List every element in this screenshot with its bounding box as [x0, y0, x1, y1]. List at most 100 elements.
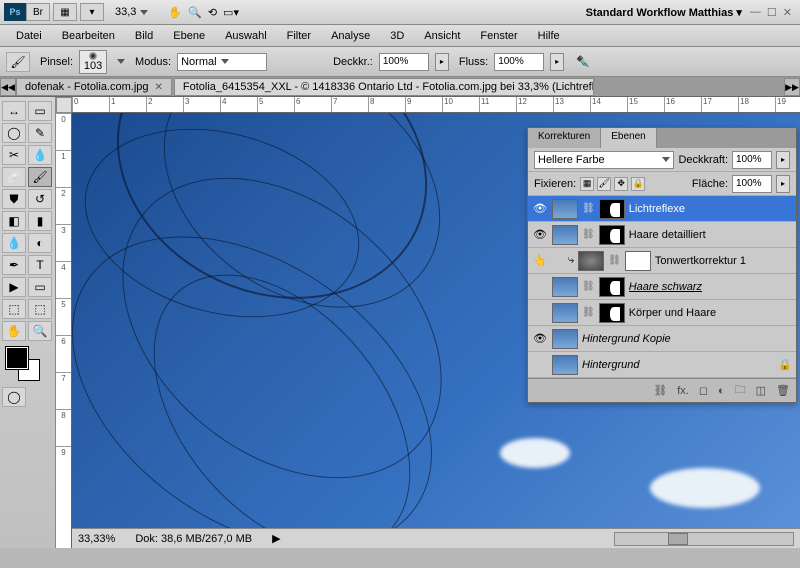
history-brush-tool[interactable]: ↺	[28, 189, 52, 209]
layer-name[interactable]: Hintergrund Kopie	[582, 333, 792, 345]
zoom-tool[interactable]: 🔍	[28, 321, 52, 341]
flow-slider-button[interactable]: ▸	[550, 53, 564, 71]
menu-view[interactable]: Ansicht	[414, 27, 470, 45]
layer-thumbnail[interactable]	[552, 355, 578, 375]
mask-thumbnail[interactable]	[599, 225, 625, 245]
menu-select[interactable]: Auswahl	[215, 27, 277, 45]
mask-thumbnail[interactable]	[599, 199, 625, 219]
ruler-vertical[interactable]: 0123456789	[56, 113, 72, 548]
blur-tool[interactable]: 💧	[2, 233, 26, 253]
layer-row[interactable]: Hintergrund 🔒	[528, 352, 796, 378]
visibility-icon[interactable]: 👁	[532, 227, 548, 243]
dodge-tool[interactable]: ◐	[28, 233, 52, 253]
visibility-icon[interactable]	[532, 357, 548, 373]
horizontal-scrollbar[interactable]	[614, 532, 794, 546]
layer-style-icon[interactable]: fx.	[677, 385, 689, 397]
status-zoom[interactable]: 33,33%	[78, 533, 115, 545]
visibility-icon[interactable]: 👆	[532, 253, 548, 269]
current-tool-icon[interactable]: 🖌	[6, 52, 30, 72]
screen-mode-icon[interactable]: ▭▾	[223, 6, 239, 19]
path-select-tool[interactable]: ▶	[2, 277, 26, 297]
move-tool[interactable]: ↔	[2, 101, 26, 121]
marquee-tool[interactable]: ▭	[28, 101, 52, 121]
view-extras-button[interactable]: ▾	[80, 3, 104, 21]
opacity-arrow[interactable]: ▸	[776, 151, 790, 169]
link-layers-icon[interactable]: ⛓	[653, 384, 667, 397]
layer-name[interactable]: Lichtreflexe	[629, 203, 792, 215]
color-swatches[interactable]	[6, 347, 46, 381]
layer-row[interactable]: ⛓ Körper und Haare	[528, 300, 796, 326]
eraser-tool[interactable]: ◧	[2, 211, 26, 231]
rotate-view-icon[interactable]: ⟲	[208, 6, 217, 19]
crop-tool[interactable]: ✂	[2, 145, 26, 165]
shape-tool[interactable]: ▭	[28, 277, 52, 297]
new-layer-icon[interactable]: ◫	[756, 384, 766, 397]
menu-file[interactable]: Datei	[6, 27, 52, 45]
flow-input[interactable]: 100%	[494, 53, 544, 71]
close-icon[interactable]: ✕	[155, 82, 163, 93]
tab-prev-button[interactable]: ◀◀	[0, 78, 16, 96]
status-arrow-icon[interactable]: ▶	[272, 532, 280, 545]
adjustment-layer-icon[interactable]: ◐	[718, 385, 725, 397]
layer-row[interactable]: 👁 ⛓ Lichtreflexe	[528, 196, 796, 222]
menu-image[interactable]: Bild	[125, 27, 163, 45]
menu-edit[interactable]: Bearbeiten	[52, 27, 125, 45]
tab-layers[interactable]: Ebenen	[601, 128, 656, 148]
brush-dropdown-icon[interactable]	[117, 59, 125, 64]
lock-transparent-icon[interactable]: ▦	[580, 177, 594, 191]
brush-preset-picker[interactable]: 103	[79, 50, 107, 74]
mask-thumbnail[interactable]	[599, 277, 625, 297]
opacity-slider-button[interactable]: ▸	[435, 53, 449, 71]
opacity-input[interactable]: 100%	[379, 53, 429, 71]
layer-thumbnail[interactable]	[552, 329, 578, 349]
brush-tool[interactable]: 🖌	[28, 167, 52, 187]
layer-thumbnail[interactable]	[552, 277, 578, 297]
layer-opacity-input[interactable]: 100%	[732, 151, 772, 169]
close-button[interactable]: ✕	[783, 6, 792, 19]
foreground-color[interactable]	[6, 347, 28, 369]
hand-tool[interactable]: ✋	[2, 321, 26, 341]
fill-input[interactable]: 100%	[732, 175, 772, 193]
stamp-tool[interactable]: ⛊	[2, 189, 26, 209]
layer-name[interactable]: Hintergrund	[582, 359, 774, 371]
adjustment-thumbnail[interactable]	[578, 251, 604, 271]
minimize-button[interactable]: —	[750, 6, 761, 18]
mask-thumbnail[interactable]	[625, 251, 651, 271]
gradient-tool[interactable]: ▮	[28, 211, 52, 231]
visibility-icon[interactable]	[532, 305, 548, 321]
menu-help[interactable]: Hilfe	[528, 27, 570, 45]
delete-layer-icon[interactable]: 🗑	[776, 384, 790, 397]
maximize-button[interactable]: ☐	[767, 6, 777, 19]
menu-layer[interactable]: Ebene	[163, 27, 215, 45]
lock-position-icon[interactable]: ✥	[614, 177, 628, 191]
workspace-switcher[interactable]: Standard Workflow Matthias ▾	[586, 6, 742, 19]
layer-row[interactable]: 👁 Hintergrund Kopie	[528, 326, 796, 352]
menu-3d[interactable]: 3D	[380, 27, 414, 45]
layer-thumbnail[interactable]	[552, 199, 578, 219]
quick-select-tool[interactable]: ✎	[28, 123, 52, 143]
zoom-level[interactable]: 33,3	[115, 6, 136, 18]
layer-row[interactable]: 👁 ⛓ Haare detailliert	[528, 222, 796, 248]
3d-camera-tool[interactable]: ⬚	[28, 299, 52, 319]
healing-tool[interactable]: 🩹	[2, 167, 26, 187]
eyedropper-tool[interactable]: 💧	[28, 145, 52, 165]
layer-name[interactable]: Körper und Haare	[629, 307, 792, 319]
visibility-icon[interactable]: 👁	[532, 331, 548, 347]
quickmask-toggle[interactable]: ◯	[2, 387, 26, 407]
layer-mask-icon[interactable]: ◻	[699, 384, 708, 397]
fill-arrow[interactable]: ▸	[776, 175, 790, 193]
pen-tool[interactable]: ✒	[2, 255, 26, 275]
menu-analysis[interactable]: Analyse	[321, 27, 380, 45]
airbrush-icon[interactable]: ✒️	[576, 55, 590, 68]
mask-thumbnail[interactable]	[599, 303, 625, 323]
document-tab-2[interactable]: Fotolia_6415354_XXL - © 1418336 Ontario …	[174, 78, 594, 96]
zoom-dropdown-icon[interactable]	[140, 10, 148, 15]
lasso-tool[interactable]: ◯	[2, 123, 26, 143]
visibility-icon[interactable]	[532, 279, 548, 295]
layer-name[interactable]: Haare schwarz	[629, 281, 792, 293]
layer-group-icon[interactable]: 🗀	[735, 381, 746, 400]
type-tool[interactable]: T	[28, 255, 52, 275]
zoom-tool-icon[interactable]: 🔍	[188, 6, 202, 19]
layer-row[interactable]: 👆 ⤷ ⛓ Tonwertkorrektur 1	[528, 248, 796, 274]
lock-pixels-icon[interactable]: 🖌	[597, 177, 611, 191]
